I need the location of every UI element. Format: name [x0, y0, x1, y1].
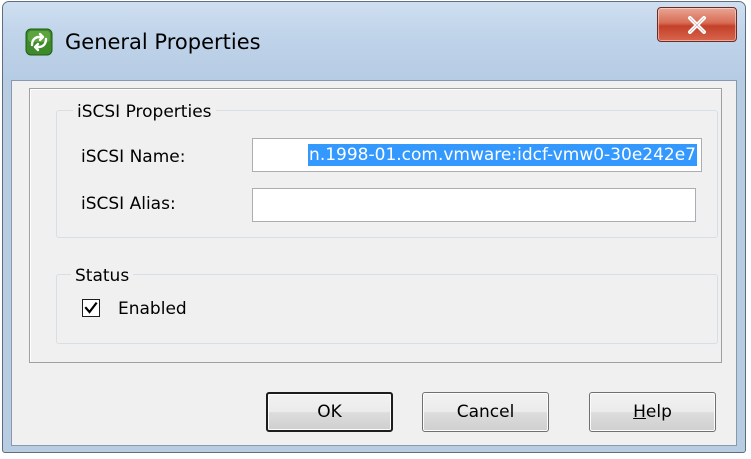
cancel-button[interactable]: Cancel — [422, 392, 549, 432]
iscsi-alias-input[interactable] — [252, 188, 696, 222]
window-title: General Properties — [65, 30, 261, 54]
dialog-client-area: iSCSI Properties iSCSI Name: n.1998-01.c… — [11, 80, 737, 446]
iscsi-name-label: iSCSI Name: — [81, 147, 186, 167]
close-button[interactable] — [657, 7, 737, 42]
ok-button[interactable]: OK — [266, 392, 393, 432]
iscsi-name-value: n.1998-01.com.vmware:idcf-vmw0-30e242e7 — [308, 144, 697, 166]
vsphere-client-icon — [25, 28, 53, 56]
enabled-label[interactable]: Enabled — [118, 298, 187, 320]
dialog-window: General Properties iSCSI Properties iSCS… — [2, 1, 746, 453]
iscsi-properties-legend: iSCSI Properties — [73, 101, 216, 123]
help-button[interactable]: Help — [589, 392, 716, 432]
close-icon — [688, 16, 706, 34]
iscsi-name-input[interactable]: n.1998-01.com.vmware:idcf-vmw0-30e242e7 — [252, 138, 702, 172]
iscsi-alias-label: iSCSI Alias: — [81, 194, 176, 214]
enabled-checkbox[interactable] — [82, 299, 100, 317]
status-legend: Status — [71, 265, 134, 287]
title-bar[interactable]: General Properties — [3, 2, 745, 80]
checkmark-icon — [84, 301, 98, 314]
